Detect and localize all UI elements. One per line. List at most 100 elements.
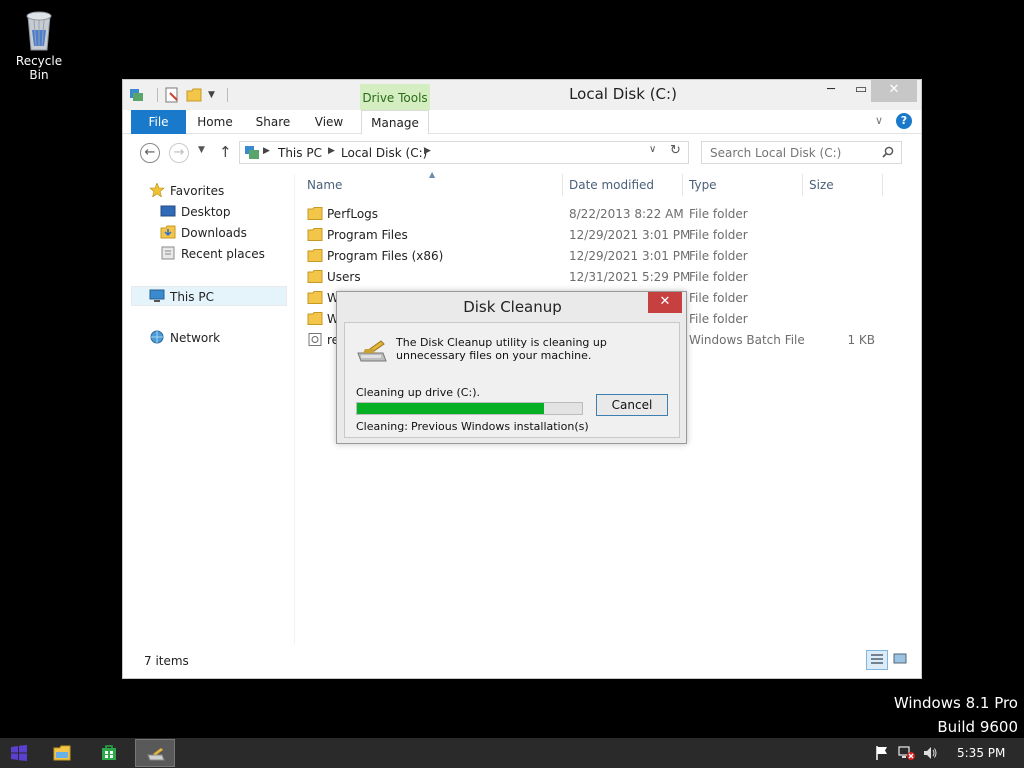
item-count: 7 items (144, 654, 189, 668)
address-bar[interactable]: ▶ This PC ▶ Local Disk (C:) ▶ (239, 141, 689, 164)
customize-qat-chevron-icon[interactable]: ▼ (208, 90, 215, 100)
file-type: File folder (689, 207, 748, 221)
search-icon[interactable] (882, 146, 894, 158)
recycle-bin[interactable]: Recycle Bin (6, 6, 72, 82)
status-bar: 7 items (123, 650, 921, 678)
cancel-button[interactable]: Cancel (596, 394, 668, 416)
recent-icon (161, 246, 175, 260)
pc-icon (149, 289, 165, 302)
dialog-close-button[interactable]: ✕ (648, 292, 682, 313)
file-date: 12/31/2021 5:29 PM (569, 270, 691, 284)
tab-view[interactable]: View (309, 110, 349, 134)
downloads-icon (160, 225, 176, 239)
nav-network-label: Network (170, 331, 221, 345)
column-header-type[interactable]: Type (689, 174, 717, 196)
breadcrumb-arrow-icon[interactable]: ▶ (263, 146, 270, 156)
details-view-button[interactable] (866, 650, 888, 670)
progress-fill (357, 403, 544, 414)
file-type: Windows Batch File (689, 333, 805, 347)
navigation-bar: ← → ▼ ↑ ▶ This PC ▶ Local Disk (C:) ▶ ∨ … (123, 140, 921, 166)
forward-button[interactable]: → (169, 143, 189, 163)
nav-this-pc[interactable]: This PC (131, 286, 287, 306)
taskbar-file-explorer[interactable] (42, 739, 82, 767)
refresh-icon[interactable]: ↻ (670, 143, 681, 158)
dialog-title: Disk Cleanup (463, 298, 562, 316)
dialog-message: The Disk Cleanup utility is cleaning up … (396, 336, 607, 362)
table-row[interactable]: PerfLogs 8/22/2013 8:22 AM File folder (301, 203, 917, 224)
properties-icon[interactable] (164, 87, 180, 103)
column-header-name[interactable]: Name (307, 174, 342, 196)
drive-tools-context-label: Drive Tools (360, 84, 430, 110)
breadcrumb-arrow-icon[interactable]: ▶ (328, 146, 335, 156)
breadcrumb-local-disk[interactable]: Local Disk (C:) (341, 146, 427, 160)
nav-desktop[interactable]: Desktop (160, 202, 231, 222)
tab-share[interactable]: Share (251, 110, 295, 134)
search-box[interactable] (701, 141, 902, 164)
file-date: 12/29/2021 3:01 PM (569, 228, 691, 242)
file-name: Program Files (x86) (327, 249, 444, 263)
help-icon[interactable]: ? (896, 113, 912, 129)
tab-home[interactable]: Home (193, 110, 237, 134)
speaker-icon[interactable] (922, 745, 938, 761)
recycle-bin-label: Recycle Bin (15, 54, 63, 82)
column-divider[interactable] (562, 174, 563, 196)
back-button[interactable]: ← (140, 143, 160, 163)
nav-recent-label: Recent places (181, 247, 265, 261)
dialog-body: The Disk Cleanup utility is cleaning up … (344, 322, 680, 438)
nav-favorites[interactable]: Favorites (149, 181, 224, 201)
column-divider[interactable] (882, 174, 883, 196)
nav-downloads[interactable]: Downloads (160, 223, 247, 243)
title-bar: ▼ Drive Tools Local Disk (C:) ─ ▭ ✕ (123, 80, 921, 110)
expand-ribbon-chevron-icon[interactable]: ∨ (875, 114, 883, 127)
desktop-icon (160, 205, 176, 217)
taskbar-store[interactable] (89, 739, 129, 767)
navigation-pane: Favorites Desktop Downloads Recent place… (123, 174, 295, 644)
details-view-icon (871, 654, 883, 664)
recent-locations-chevron-icon[interactable]: ▼ (198, 145, 205, 155)
store-icon (102, 745, 116, 760)
recycle-bin-icon (22, 6, 56, 52)
column-header-size[interactable]: Size (809, 174, 834, 196)
table-row[interactable]: Users 12/31/2021 5:29 PM File folder (301, 266, 917, 287)
close-button[interactable]: ✕ (871, 80, 917, 102)
tab-file[interactable]: File (131, 110, 186, 134)
table-row[interactable]: Program Files (x86) 12/29/2021 3:01 PM F… (301, 245, 917, 266)
column-divider[interactable] (802, 174, 803, 196)
folder-icon (307, 291, 323, 304)
search-input[interactable] (710, 143, 880, 163)
up-button[interactable]: ↑ (219, 143, 232, 161)
column-header-date-modified[interactable]: Date modified (569, 174, 654, 196)
new-folder-icon[interactable] (186, 87, 202, 103)
file-type: File folder (689, 270, 748, 284)
network-icon (150, 330, 164, 344)
taskbar: 5:35 PM (0, 738, 1024, 768)
window-title: Local Disk (C:) (569, 85, 677, 103)
column-divider[interactable] (682, 174, 683, 196)
flag-icon[interactable] (874, 745, 890, 761)
taskbar-disk-cleanup[interactable] (135, 739, 175, 767)
sort-ascending-icon: ▲ (429, 170, 436, 179)
folder-icon (307, 270, 323, 283)
ribbon-tabs: File Home Share View Manage ∨ ? (123, 110, 921, 134)
pc-icon[interactable] (129, 87, 145, 103)
large-icons-view-button[interactable] (890, 650, 912, 670)
table-row[interactable]: Program Files 12/29/2021 3:01 PM File fo… (301, 224, 917, 245)
network-error-icon[interactable] (898, 745, 916, 761)
quick-access-toolbar: ▼ (129, 87, 228, 103)
nav-network[interactable]: Network (149, 328, 220, 348)
address-history-chevron-icon[interactable]: ∨ (649, 144, 656, 155)
file-explorer-icon (53, 745, 71, 761)
windows-start-icon[interactable] (8, 745, 30, 761)
breadcrumb-this-pc[interactable]: This PC (278, 146, 322, 160)
cleaning-item: Previous Windows installation(s) (411, 420, 589, 433)
taskbar-clock[interactable]: 5:35 PM (957, 746, 1005, 760)
batch-file-icon (308, 333, 322, 346)
tab-manage[interactable]: Manage (361, 110, 429, 134)
folder-icon (307, 249, 323, 262)
toolbar-separator (226, 88, 228, 102)
nav-recent-places[interactable]: Recent places (160, 244, 265, 264)
disk-cleanup-icon (357, 340, 387, 362)
windows-build-watermark: Build 9600 (937, 718, 1018, 736)
breadcrumb-arrow-icon[interactable]: ▶ (424, 146, 431, 156)
folder-icon (307, 312, 323, 325)
